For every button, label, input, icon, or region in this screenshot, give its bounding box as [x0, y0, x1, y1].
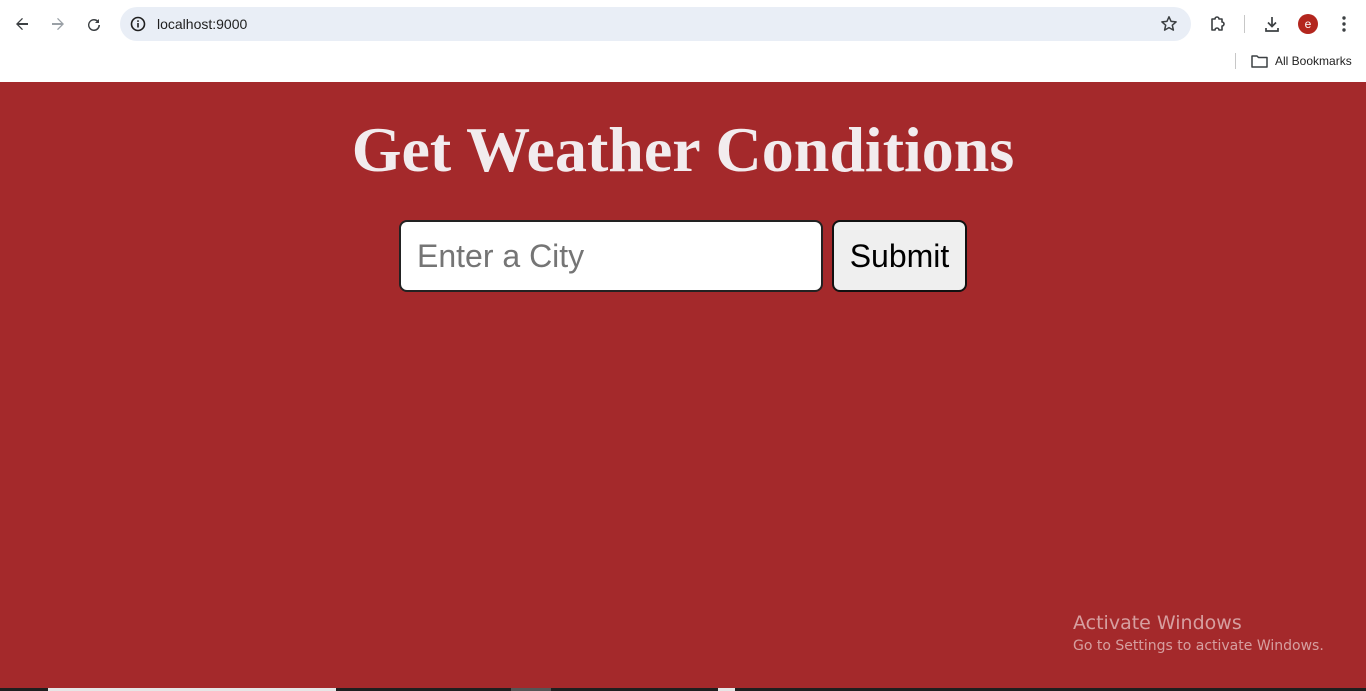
bookmarks-divider	[1235, 53, 1236, 69]
page-title: Get Weather Conditions	[351, 114, 1015, 185]
bookmarks-bar: All Bookmarks	[0, 48, 1366, 82]
toolbar-divider	[1244, 15, 1245, 33]
windows-activation-watermark: Activate Windows Go to Settings to activ…	[1073, 611, 1324, 657]
watermark-title: Activate Windows	[1073, 612, 1242, 634]
info-icon[interactable]	[129, 15, 147, 33]
city-input[interactable]	[399, 220, 823, 292]
address-bar[interactable]: localhost:9000	[120, 7, 1191, 41]
forward-button[interactable]	[46, 12, 70, 36]
watermark-subtitle: Go to Settings to activate Windows.	[1073, 638, 1324, 654]
reload-icon	[88, 19, 101, 32]
downloads-button[interactable]	[1260, 12, 1284, 36]
url-text[interactable]: localhost:9000	[157, 16, 247, 32]
all-bookmarks-button[interactable]: All Bookmarks	[1251, 52, 1352, 70]
profile-avatar[interactable]: e	[1298, 14, 1318, 34]
back-button[interactable]	[10, 12, 34, 36]
extensions-button[interactable]	[1206, 12, 1230, 36]
browser-toolbar: localhost:9000 e	[0, 0, 1366, 48]
folder-icon	[1251, 55, 1268, 68]
puzzle-icon	[1211, 16, 1225, 31]
browser-menu-button[interactable]	[1332, 12, 1356, 36]
kebab-menu-icon	[1342, 16, 1346, 32]
arrow-left-icon	[16, 18, 28, 30]
submit-button[interactable]: Submit	[832, 220, 967, 292]
arrow-right-icon	[52, 18, 64, 30]
page-content: Get Weather Conditions Submit Activate W…	[0, 82, 1366, 691]
reload-button[interactable]	[82, 12, 106, 36]
download-icon	[1265, 17, 1279, 32]
all-bookmarks-label: All Bookmarks	[1275, 54, 1352, 68]
star-icon[interactable]	[1159, 14, 1179, 34]
